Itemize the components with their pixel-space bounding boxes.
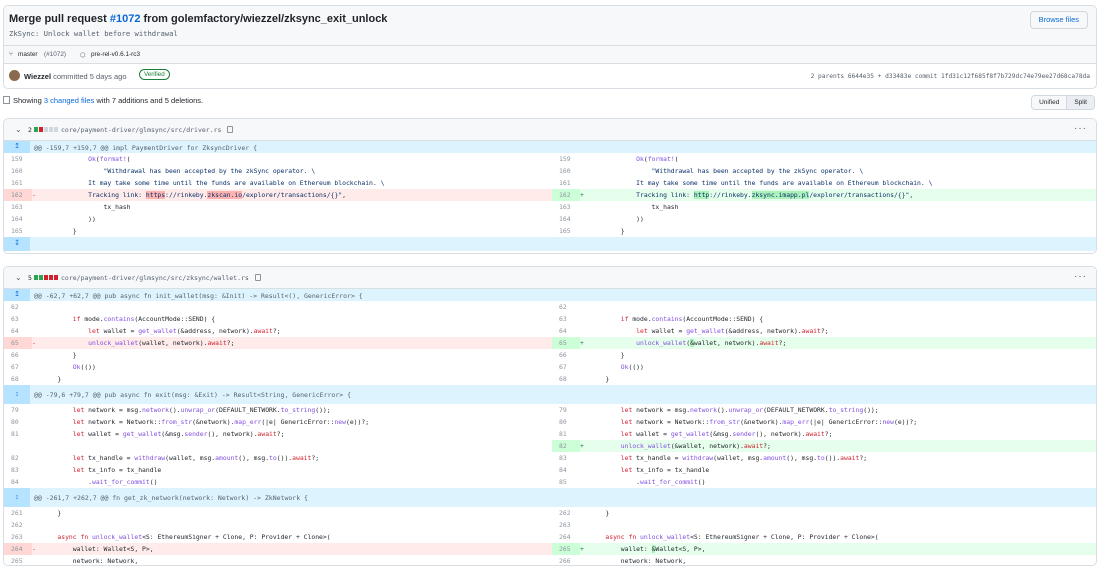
author-text: Wiezzel committed 5 days ago (24, 72, 127, 81)
copy-icon[interactable] (254, 274, 261, 281)
unified-button[interactable]: Unified (1032, 96, 1067, 109)
branch-pr[interactable]: (#1072) (44, 51, 66, 58)
view-toggle: Unified Split (1031, 95, 1095, 110)
hunk-header: ↕ @@ -79,6 +79,7 @@ pub async fn exit(ms… (4, 385, 1096, 404)
committed-time: committed 5 days ago (53, 72, 127, 81)
commit-title-prefix: Merge pull request (9, 13, 110, 25)
file-change-count: 2 (28, 126, 32, 134)
file-header: ⌄ 2 core/payment-driver/glmsync/src/driv… (4, 119, 1096, 141)
file-path-text: core/payment-driver/glmsync/src/zksync/w… (61, 274, 249, 282)
commit-description: ZkSync: Unlock wallet before withdrawal (9, 29, 178, 38)
diff-lines: 62 62 63 if mode.contains(AccountMode::SE… (4, 301, 1096, 385)
branch-name[interactable]: master (18, 51, 38, 58)
branch-icon: ⑂ (9, 51, 13, 58)
chevron-down-icon[interactable]: ⌄ (15, 125, 22, 134)
summary-rest: with 7 additions and 5 deletions. (94, 96, 204, 105)
file-header: ⌄ 5 core/payment-driver/glmsync/src/zksy… (4, 267, 1096, 289)
tag-name[interactable]: pre-rel-v0.6.1-rc3 (91, 51, 140, 58)
verified-badge[interactable]: Verified (139, 69, 170, 80)
file-icon (3, 96, 10, 104)
hunk-header: ↥ @@ -159,7 +159,7 @@ impl PaymentDriver… (4, 141, 1096, 153)
browse-files-button[interactable]: Browse files (1029, 11, 1088, 29)
hunk-text: @@ -159,7 +159,7 @@ impl PaymentDriver f… (34, 144, 258, 152)
file-diff-wallet: ⌄ 5 core/payment-driver/glmsync/src/zksy… (3, 266, 1097, 566)
parents-commit-info[interactable]: 2 parents 6644e35 + d33483e commit 1fd31… (811, 73, 1090, 80)
copy-icon[interactable] (227, 126, 234, 133)
commit-title: Merge pull request #1072 from golemfacto… (9, 13, 387, 25)
file-path-text: core/payment-driver/glmsync/src/driver.r… (61, 126, 222, 134)
commit-header: Merge pull request #1072 from golemfacto… (3, 5, 1097, 89)
author-row: Wiezzel committed 5 days ago Verified 2 … (4, 64, 1096, 88)
chevron-down-icon[interactable]: ⌄ (15, 273, 22, 282)
commit-title-area: Merge pull request #1072 from golemfacto… (4, 6, 1096, 46)
tag-icon: ⬡ (80, 52, 86, 59)
diff-lines: 261 } 262 } 262 263 263 async fn unlock_wa… (4, 507, 1096, 565)
author-name[interactable]: Wiezzel (24, 72, 51, 81)
branch-row: ⑂ master (#1072) ⬡ pre-rel-v0.6.1-rc3 (4, 46, 1096, 64)
hunk-text: @@ -62,7 +62,7 @@ pub async fn init_wall… (34, 292, 363, 300)
file-path[interactable]: core/payment-driver/glmsync/src/driver.r… (61, 126, 234, 134)
changed-files-link[interactable]: 3 changed files (44, 96, 94, 105)
split-button[interactable]: Split (1066, 96, 1094, 109)
commit-title-suffix: from golemfactory/wiezzel/zksync_exit_un… (140, 13, 388, 25)
diffstat-bar (34, 275, 58, 280)
file-change-count: 5 (28, 274, 32, 282)
expand-down-icon[interactable]: ↧ (4, 237, 30, 251)
hunk-text: @@ -261,7 +262,7 @@ fn get_zk_network(ne… (34, 494, 308, 502)
expand-up-icon[interactable]: ↥ (4, 141, 30, 153)
expand-up-icon[interactable]: ↥ (4, 289, 30, 301)
avatar[interactable] (9, 70, 20, 81)
file-path[interactable]: core/payment-driver/glmsync/src/zksync/w… (61, 274, 261, 282)
expand-both-icon[interactable]: ↕ (4, 385, 30, 404)
diffstat-bar (34, 127, 58, 132)
file-diff-driver: ⌄ 2 core/payment-driver/glmsync/src/driv… (3, 118, 1097, 254)
diff-summary: Showing 3 changed files with 7 additions… (3, 95, 1097, 110)
pr-link[interactable]: #1072 (110, 13, 141, 25)
diff-lines: 79 let network = msg.network().unwrap_or… (4, 404, 1096, 488)
kebab-icon[interactable]: ··· (1074, 123, 1087, 134)
expand-both-icon[interactable]: ↕ (4, 488, 30, 507)
hunk-header: ↥ @@ -62,7 +62,7 @@ pub async fn init_wa… (4, 289, 1096, 301)
summary-showing: Showing (13, 96, 44, 105)
expand-row: ↧ (4, 237, 1096, 251)
hunk-header: ↕ @@ -261,7 +262,7 @@ fn get_zk_network(… (4, 488, 1096, 507)
diff-lines: 159 Ok(format!(159 Ok(format!( 160 "With… (4, 153, 1096, 237)
kebab-icon[interactable]: ··· (1074, 271, 1087, 282)
hunk-text: @@ -79,6 +79,7 @@ pub async fn exit(msg:… (34, 391, 351, 399)
